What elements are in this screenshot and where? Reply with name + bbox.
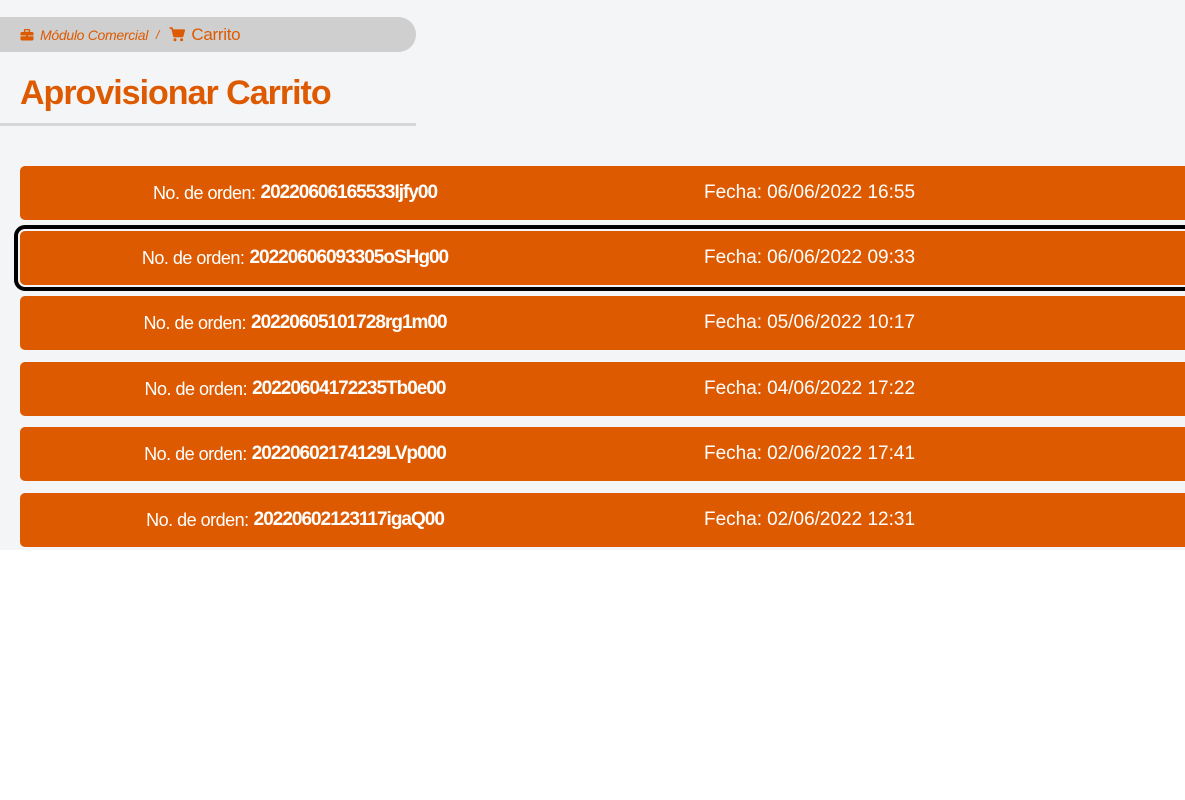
order-number-value: 20220602174129LVp000 xyxy=(251,443,447,464)
breadcrumb-module-link[interactable]: Módulo Comercial xyxy=(20,27,148,43)
order-date-value: 06/06/2022 16:55 xyxy=(767,182,916,203)
order-number: No. de orden: 20220606165533Ijfy00 xyxy=(20,166,570,220)
order-date-value: 06/06/2022 09:33 xyxy=(767,247,916,268)
order-date: Fecha: 02/06/2022 17:41 xyxy=(704,427,915,481)
order-row[interactable]: No. de orden: 20220605101728rg1m00 Fecha… xyxy=(20,296,1185,350)
order-date-label: Fecha: xyxy=(704,312,763,333)
order-date-label: Fecha: xyxy=(704,182,763,203)
breadcrumb: Módulo Comercial / Carrito xyxy=(0,17,416,52)
breadcrumb-module-label: Módulo Comercial xyxy=(40,26,149,43)
order-date-value: 02/06/2022 17:41 xyxy=(767,443,916,464)
order-number-label: No. de orden: xyxy=(152,182,256,203)
breadcrumb-separator: / xyxy=(156,27,160,42)
page-title: Aprovisionar Carrito xyxy=(20,74,332,112)
order-number-label: No. de orden: xyxy=(144,378,248,399)
title-divider xyxy=(0,123,416,126)
briefcase-icon xyxy=(20,28,34,41)
order-row-selected[interactable]: No. de orden: 20220606093305oSHg00 Fecha… xyxy=(14,225,1185,291)
order-date: Fecha: 06/06/2022 09:33 xyxy=(704,231,915,285)
order-date-value: 04/06/2022 17:22 xyxy=(767,378,916,399)
order-number: No. de orden: 20220605101728rg1m00 xyxy=(20,296,570,350)
breadcrumb-cart-label: Carrito xyxy=(191,24,241,44)
order-date-label: Fecha: xyxy=(704,509,763,530)
order-date-label: Fecha: xyxy=(704,247,763,268)
order-row[interactable]: No. de orden: 20220604172235Tb0e00 Fecha… xyxy=(20,362,1185,416)
order-date: Fecha: 04/06/2022 17:22 xyxy=(704,362,915,416)
order-date: Fecha: 05/06/2022 10:17 xyxy=(704,296,915,350)
order-number-label: No. de orden: xyxy=(146,509,249,530)
shopping-cart-icon xyxy=(169,27,186,42)
order-number-label: No. de orden: xyxy=(144,443,247,464)
order-number-value: 20220606165533Ijfy00 xyxy=(260,182,439,203)
order-row[interactable]: No. de orden: 20220606165533Ijfy00 Fecha… xyxy=(20,166,1185,220)
breadcrumb-cart-link[interactable]: Carrito xyxy=(169,24,241,45)
order-number-value: 20220604172235Tb0e00 xyxy=(252,378,446,399)
order-date-value: 05/06/2022 10:17 xyxy=(767,312,916,333)
order-number-label: No. de orden: xyxy=(141,247,245,268)
order-row[interactable]: No. de orden: 20220602123117igaQ00 Fecha… xyxy=(20,493,1185,547)
order-number: No. de orden: 20220604172235Tb0e00 xyxy=(20,362,570,416)
order-number-value: 20220602123117igaQ00 xyxy=(253,509,445,530)
order-number: No. de orden: 20220602174129LVp000 xyxy=(20,427,570,481)
order-date: Fecha: 02/06/2022 12:31 xyxy=(704,493,915,547)
order-row[interactable]: No. de orden: 20220602174129LVp000 Fecha… xyxy=(20,427,1185,481)
order-date-label: Fecha: xyxy=(704,443,763,464)
order-date: Fecha: 06/06/2022 16:55 xyxy=(704,166,915,220)
order-number-value: 20220606093305oSHg00 xyxy=(249,247,449,268)
order-number-label: No. de orden: xyxy=(143,312,247,333)
order-number-value: 20220605101728rg1m00 xyxy=(251,312,448,333)
order-date-label: Fecha: xyxy=(704,378,763,399)
order-number: No. de orden: 20220606093305oSHg00 xyxy=(20,231,570,285)
order-date-value: 02/06/2022 12:31 xyxy=(767,509,916,530)
order-number: No. de orden: 20220602123117igaQ00 xyxy=(20,493,570,547)
